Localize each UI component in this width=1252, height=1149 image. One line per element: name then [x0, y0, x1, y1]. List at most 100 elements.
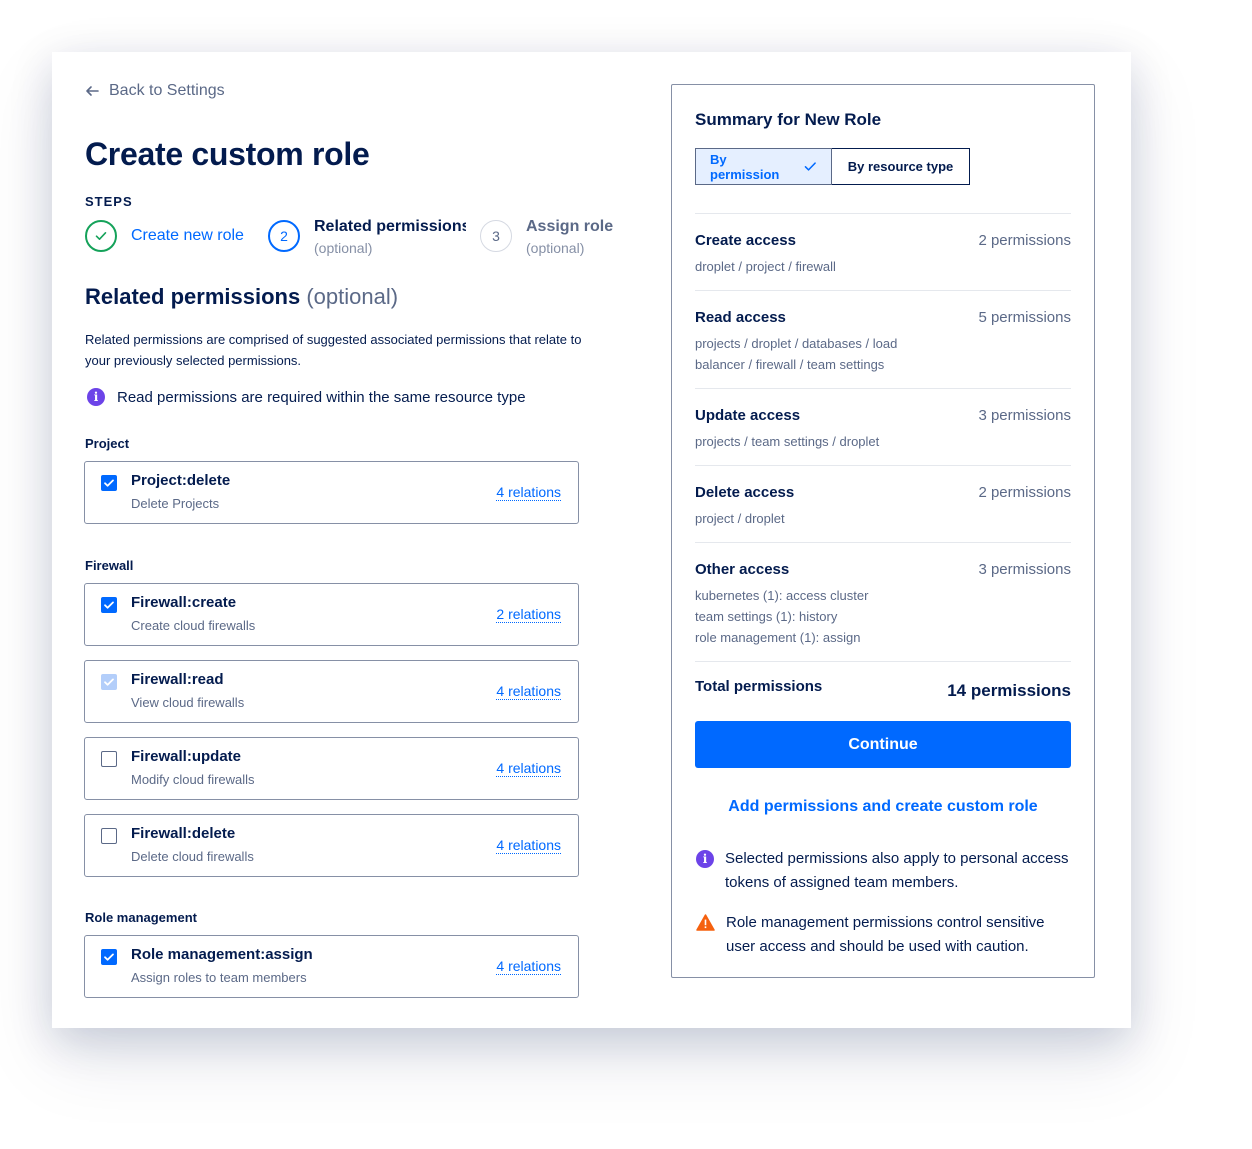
- info-icon: i: [696, 850, 714, 868]
- summary-row-title: Create access: [695, 232, 796, 249]
- step-label: Create new role: [131, 227, 244, 244]
- permission-name: Role management:assign: [131, 946, 313, 963]
- permission-name: Firewall:create: [131, 594, 237, 611]
- permission-name: Project:delete: [131, 472, 231, 489]
- relations-link[interactable]: 4 relations: [496, 958, 561, 975]
- summary-row-update-access: Update access 3 permissions projects / t…: [695, 388, 1071, 465]
- section-description: Related permissions are comprised of sug…: [85, 332, 582, 368]
- group-label-role-management: Role management: [85, 910, 197, 925]
- warning-icon: [696, 914, 715, 931]
- summary-row-count: 3 permissions: [978, 407, 1071, 424]
- total-value: 14 permissions: [947, 681, 1071, 700]
- permission-firewall-create[interactable]: Firewall:create Create cloud firewalls 2…: [84, 583, 579, 646]
- back-to-settings-link[interactable]: Back to Settings: [85, 82, 225, 100]
- relations-link[interactable]: 4 relations: [496, 837, 561, 854]
- checkbox-checked[interactable]: [101, 597, 117, 613]
- permission-project-delete[interactable]: Project:delete Delete Projects 4 relatio…: [84, 461, 579, 524]
- check-icon: [104, 953, 114, 961]
- page-title: Create custom role: [85, 136, 370, 172]
- toggle-label: By resource type: [847, 159, 954, 174]
- create-role-card: Back to Settings Create custom role STEP…: [52, 52, 1131, 1028]
- summary-row-count: 2 permissions: [978, 484, 1071, 501]
- step-create-new-role[interactable]: Create new role: [85, 220, 244, 252]
- summary-row-detail: droplet / project / firewall: [695, 256, 935, 277]
- checkbox-checked[interactable]: [101, 949, 117, 965]
- group-label-firewall: Firewall: [85, 558, 134, 573]
- relations-link[interactable]: 4 relations: [496, 484, 561, 501]
- summary-row-title: Read access: [695, 309, 786, 326]
- note-role-management-warning: Role management permissions control sens…: [696, 911, 1072, 959]
- checkbox-unchecked[interactable]: [101, 751, 117, 767]
- summary-row-delete-access: Delete access 2 permissions project / dr…: [695, 465, 1071, 542]
- checkbox-unchecked[interactable]: [101, 828, 117, 844]
- checkbox-checked[interactable]: [101, 475, 117, 491]
- toggle-by-permission[interactable]: By permission: [695, 148, 832, 185]
- checkbox-checked-disabled: [101, 674, 117, 690]
- note-text: Role management permissions control sens…: [726, 914, 1045, 955]
- toggle-by-resource-type[interactable]: By resource type: [832, 148, 970, 185]
- detail-line: project / droplet: [695, 511, 785, 526]
- summary-panel: Summary for New Role By permission By re…: [671, 84, 1095, 978]
- step-sub: (optional): [314, 240, 373, 256]
- read-permissions-info: i Read permissions are required within t…: [87, 388, 526, 406]
- summary-row-detail: project / droplet: [695, 508, 935, 529]
- back-label: Back to Settings: [109, 82, 225, 99]
- permission-description: View cloud firewalls: [131, 695, 245, 710]
- total-label: Total permissions: [695, 678, 823, 695]
- permission-firewall-read[interactable]: Firewall:read View cloud firewalls 4 rel…: [84, 660, 579, 723]
- summary-row-detail: kubernetes (1): access cluster team sett…: [695, 585, 935, 648]
- permission-description: Delete cloud firewalls: [131, 849, 254, 864]
- summary-view-toggle: By permission By resource type: [695, 148, 970, 185]
- info-icon: i: [87, 388, 105, 406]
- summary-row-detail: projects / team settings / droplet: [695, 431, 935, 452]
- step-related-permissions[interactable]: 2 Related permissions (optional): [268, 218, 466, 256]
- permission-description: Create cloud firewalls: [131, 618, 256, 633]
- permission-description: Assign roles to team members: [131, 970, 307, 985]
- check-icon: [104, 479, 114, 487]
- step-number: 3: [480, 220, 512, 252]
- info-text: Read permissions are required within the…: [117, 388, 526, 406]
- permission-description: Delete Projects: [131, 496, 220, 511]
- step-complete-check-icon: [85, 220, 117, 252]
- detail-line: balancer / firewall / team settings: [695, 357, 885, 372]
- permission-description: Modify cloud firewalls: [131, 772, 255, 787]
- relations-link[interactable]: 2 relations: [496, 606, 561, 623]
- permission-role-management-assign[interactable]: Role management:assign Assign roles to t…: [84, 935, 579, 998]
- check-icon: [104, 601, 114, 609]
- relations-link[interactable]: 4 relations: [496, 683, 561, 700]
- summary-row-detail: projects / droplet / databases / load ba…: [695, 333, 935, 375]
- detail-line: projects / droplet / databases / load: [695, 336, 898, 351]
- continue-button[interactable]: Continue: [695, 721, 1071, 768]
- note-personal-tokens: i Selected permissions also apply to per…: [696, 847, 1072, 895]
- summary-row-count: 3 permissions: [978, 561, 1071, 578]
- check-icon: [104, 678, 114, 686]
- step-sub: (optional): [526, 240, 585, 256]
- relations-link[interactable]: 4 relations: [496, 760, 561, 777]
- permission-firewall-delete[interactable]: Firewall:delete Delete cloud firewalls 4…: [84, 814, 579, 877]
- summary-title: Summary for New Role: [695, 110, 882, 129]
- step-assign-role[interactable]: 3 Assign role (optional): [480, 218, 613, 256]
- summary-row-count: 5 permissions: [978, 309, 1071, 326]
- detail-line: projects / team settings / droplet: [695, 434, 880, 449]
- summary-row-title: Other access: [695, 561, 790, 578]
- section-title-text: Related permissions: [85, 284, 301, 309]
- summary-row-create-access: Create access 2 permissions droplet / pr…: [695, 213, 1071, 290]
- note-text: Selected permissions also apply to perso…: [725, 850, 1069, 891]
- detail-line: team settings (1): history: [695, 609, 838, 624]
- toggle-label: By permission: [710, 151, 780, 182]
- summary-row-other-access: Other access 3 permissions kubernetes (1…: [695, 542, 1071, 661]
- detail-line: kubernetes (1): access cluster: [695, 588, 869, 603]
- step-label: Related permissions: [314, 218, 466, 235]
- step-label: Assign role: [526, 218, 614, 235]
- permission-firewall-update[interactable]: Firewall:update Modify cloud firewalls 4…: [84, 737, 579, 800]
- check-icon: [805, 162, 817, 171]
- section-title-optional: (optional): [306, 284, 399, 309]
- summary-row-title: Update access: [695, 407, 801, 424]
- add-permissions-link[interactable]: Add permissions and create custom role: [672, 798, 1094, 816]
- arrow-left-icon: [86, 86, 99, 96]
- summary-row-count: 2 permissions: [978, 232, 1071, 249]
- detail-line: droplet / project / firewall: [695, 259, 836, 274]
- summary-divider: [695, 661, 1071, 662]
- summary-row-title: Delete access: [695, 484, 795, 501]
- step-number: 2: [268, 220, 300, 252]
